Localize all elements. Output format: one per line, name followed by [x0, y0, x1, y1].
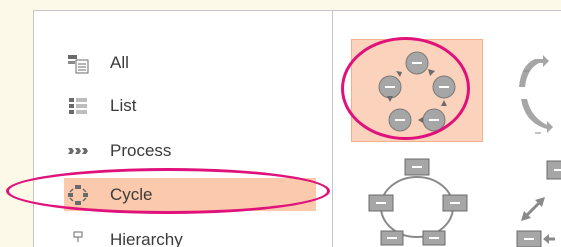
category-label: Cycle [110, 185, 153, 205]
category-item-hierarchy[interactable]: Hierarchy [64, 223, 316, 247]
category-item-process[interactable]: Process [64, 134, 316, 167]
block-cycle-icon [361, 151, 479, 247]
smartart-dialog: All List [33, 10, 561, 247]
layout-basic-cycle[interactable] [351, 39, 483, 142]
layout-gallery [333, 11, 561, 247]
category-item-cycle[interactable]: Cycle [64, 178, 316, 211]
multidirectional-cycle-icon [511, 151, 561, 247]
basic-cycle-icon [352, 40, 482, 141]
process-icon [67, 140, 89, 162]
category-list: All List [34, 11, 333, 247]
layout-block-cycle[interactable] [361, 151, 479, 247]
all-icon [67, 52, 89, 74]
category-label: List [110, 96, 136, 116]
category-item-all[interactable]: All [64, 46, 316, 79]
category-label: Hierarchy [110, 230, 183, 247]
category-label: All [110, 53, 129, 73]
hierarchy-icon [67, 229, 89, 247]
layout-segmented-cycle[interactable] [513, 41, 561, 141]
category-label: Process [110, 141, 171, 161]
category-item-list[interactable]: List [64, 89, 316, 122]
cycle-icon [67, 184, 89, 206]
layout-multidirectional-cycle[interactable] [511, 151, 561, 247]
segmented-cycle-icon [513, 41, 561, 141]
list-icon [67, 95, 89, 117]
